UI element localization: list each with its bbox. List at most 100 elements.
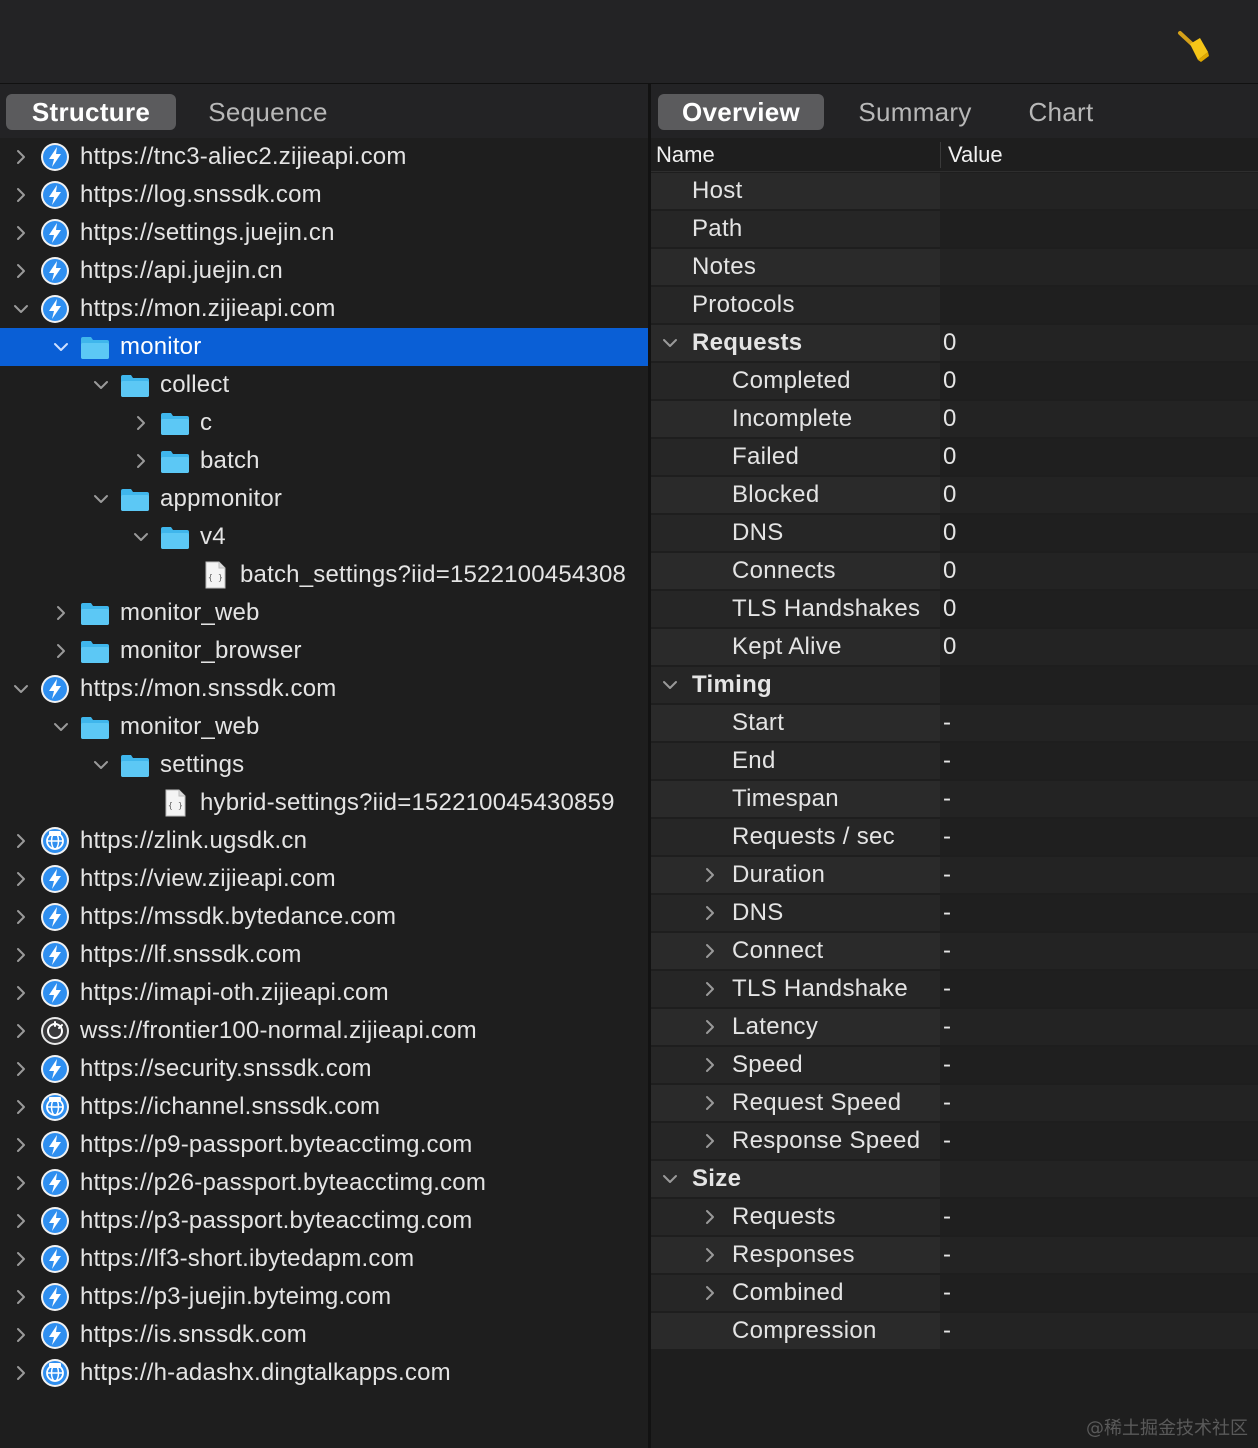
chevron-right-icon[interactable] [130,442,150,480]
tree-row[interactable]: { } hybrid-settings?iid=152210045430859 [0,784,648,822]
tree-row[interactable]: { } batch_settings?iid=1522100454308 [0,556,648,594]
chevron-right-icon[interactable] [699,1084,719,1122]
tree-row[interactable]: https://zlink.ugsdk.cn [0,822,648,860]
chevron-right-icon[interactable] [699,856,719,894]
chevron-right-icon[interactable] [10,214,30,252]
chevron-right-icon[interactable] [10,1202,30,1240]
chevron-right-icon[interactable] [10,252,30,290]
chevron-down-icon[interactable] [130,518,150,556]
chevron-right-icon[interactable] [699,894,719,932]
tree-row[interactable]: https://mon.zijieapi.com [0,290,648,328]
property-row[interactable]: TLS Handshakes 0 [651,590,1258,628]
tree-row[interactable]: https://mssdk.bytedance.com [0,898,648,936]
tree-row[interactable]: https://tnc3-aliec2.zijieapi.com [0,138,648,176]
property-row[interactable]: Connects 0 [651,552,1258,590]
tree-row[interactable]: https://view.zijieapi.com [0,860,648,898]
property-row[interactable]: DNS 0 [651,514,1258,552]
chevron-right-icon[interactable] [699,1236,719,1274]
tree-row[interactable]: https://p26-passport.byteacctimg.com [0,1164,648,1202]
chevron-right-icon[interactable] [130,404,150,442]
chevron-down-icon[interactable] [10,670,30,708]
chevron-down-icon[interactable] [10,290,30,328]
chevron-right-icon[interactable] [10,898,30,936]
tree-row[interactable]: collect [0,366,648,404]
property-row[interactable]: Host [651,172,1258,210]
chevron-right-icon[interactable] [10,1012,30,1050]
chevron-right-icon[interactable] [699,970,719,1008]
chevron-right-icon[interactable] [10,936,30,974]
chevron-down-icon[interactable] [659,1160,679,1198]
section-row[interactable]: Size [651,1160,1258,1198]
chevron-right-icon[interactable] [699,1008,719,1046]
chevron-right-icon[interactable] [10,1316,30,1354]
property-row[interactable]: Path [651,210,1258,248]
property-row[interactable]: Requests - [651,1198,1258,1236]
chevron-down-icon[interactable] [659,666,679,704]
chevron-right-icon[interactable] [10,1126,30,1164]
tree-row[interactable]: https://p9-passport.byteacctimg.com [0,1126,648,1164]
chevron-right-icon[interactable] [699,932,719,970]
chevron-right-icon[interactable] [10,860,30,898]
chevron-down-icon[interactable] [90,746,110,784]
tree-row[interactable]: v4 [0,518,648,556]
chevron-right-icon[interactable] [10,822,30,860]
tree-row[interactable]: wss://frontier100-normal.zijieapi.com [0,1012,648,1050]
property-row[interactable]: Speed - [651,1046,1258,1084]
property-row[interactable]: Compression - [651,1312,1258,1350]
chevron-down-icon[interactable] [659,324,679,362]
chevron-right-icon[interactable] [10,138,30,176]
chevron-right-icon[interactable] [10,176,30,214]
chevron-right-icon[interactable] [10,1354,30,1392]
tree-row[interactable]: https://settings.juejin.cn [0,214,648,252]
tree-row[interactable]: https://lf3-short.ibytedapm.com [0,1240,648,1278]
chevron-right-icon[interactable] [699,1198,719,1236]
tab-sequence[interactable]: Sequence [190,94,346,130]
tree-row[interactable]: monitor_web [0,708,648,746]
tree-row[interactable]: https://api.juejin.cn [0,252,648,290]
chevron-right-icon[interactable] [10,1164,30,1202]
tree-row[interactable]: monitor [0,328,648,366]
tree-row[interactable]: monitor_web [0,594,648,632]
property-row[interactable]: DNS - [651,894,1258,932]
column-value-header[interactable]: Value [948,138,1003,172]
section-row[interactable]: Timing [651,666,1258,704]
tree-row[interactable]: appmonitor [0,480,648,518]
tree-row[interactable]: https://log.snssdk.com [0,176,648,214]
tree-row[interactable]: https://h-adashx.dingtalkapps.com [0,1354,648,1392]
column-separator[interactable] [940,142,941,168]
property-row[interactable]: Failed 0 [651,438,1258,476]
tab-structure[interactable]: Structure [6,94,176,130]
chevron-right-icon[interactable] [699,1274,719,1312]
property-row[interactable]: Latency - [651,1008,1258,1046]
tree-row[interactable]: https://ichannel.snssdk.com [0,1088,648,1126]
property-row[interactable]: Notes [651,248,1258,286]
chevron-right-icon[interactable] [699,1046,719,1084]
tab-summary[interactable]: Summary [841,94,989,130]
tree-row[interactable]: https://p3-juejin.byteimg.com [0,1278,648,1316]
chevron-right-icon[interactable] [699,1122,719,1160]
chevron-down-icon[interactable] [90,480,110,518]
property-row[interactable]: Duration - [651,856,1258,894]
property-row[interactable]: Combined - [651,1274,1258,1312]
tree-row[interactable]: https://p3-passport.byteacctimg.com [0,1202,648,1240]
tree-row[interactable]: monitor_browser [0,632,648,670]
section-row[interactable]: Requests 0 [651,324,1258,362]
property-row[interactable]: Connect - [651,932,1258,970]
tree-row[interactable]: https://is.snssdk.com [0,1316,648,1354]
property-row[interactable]: Blocked 0 [651,476,1258,514]
property-row[interactable]: Request Speed - [651,1084,1258,1122]
tab-chart[interactable]: Chart [1011,94,1111,130]
property-row[interactable]: Responses - [651,1236,1258,1274]
property-row[interactable]: End - [651,742,1258,780]
property-row[interactable]: Protocols [651,286,1258,324]
chevron-down-icon[interactable] [50,708,70,746]
property-row[interactable]: Timespan - [651,780,1258,818]
property-row[interactable]: Requests / sec - [651,818,1258,856]
tree-row[interactable]: https://imapi-oth.zijieapi.com [0,974,648,1012]
chevron-right-icon[interactable] [10,1088,30,1126]
property-row[interactable]: Kept Alive 0 [651,628,1258,666]
tree-row[interactable]: batch [0,442,648,480]
tree-row[interactable]: https://security.snssdk.com [0,1050,648,1088]
property-row[interactable]: Completed 0 [651,362,1258,400]
chevron-down-icon[interactable] [90,366,110,404]
